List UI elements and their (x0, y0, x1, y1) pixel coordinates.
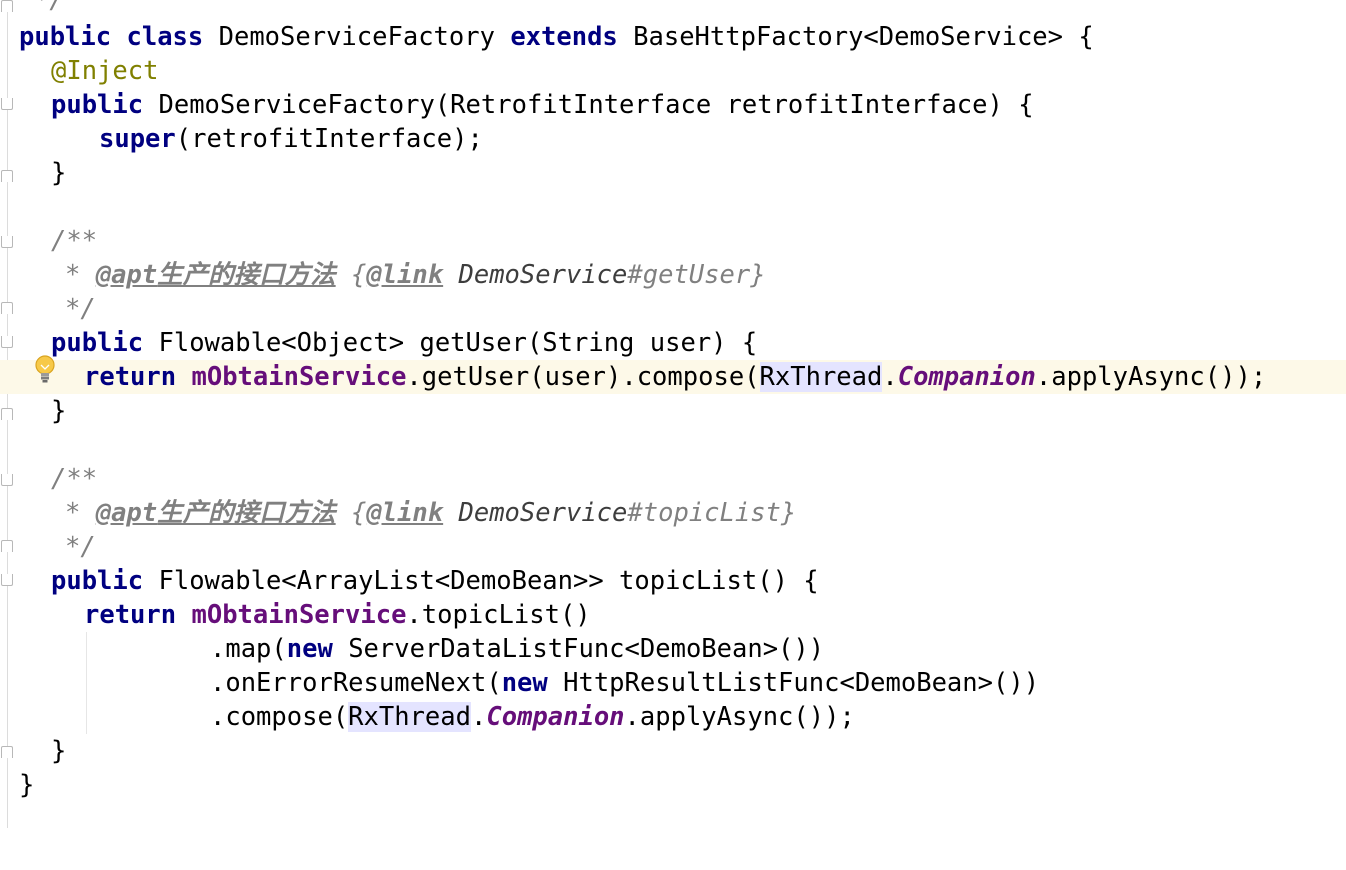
keyword: return (84, 600, 177, 630)
javadoc-tag: @apt (95, 498, 158, 528)
code-line[interactable]: * @apt生产的接口方法 {@link DemoService#topicLi… (0, 496, 1346, 530)
code-line[interactable]: */ (0, 0, 1346, 17)
code-text: (retrofitInterface); (175, 124, 483, 154)
code-line[interactable]: public DemoServiceFactory(RetrofitInterf… (0, 88, 1346, 122)
code-line[interactable]: .compose(RxThread.Companion.applyAsync()… (0, 700, 1346, 734)
code-line[interactable]: super(retrofitInterface); (0, 122, 1346, 156)
code-text: .getUser(user).compose( (406, 362, 760, 392)
javadoc-brace: { (351, 498, 367, 528)
code-text: . (471, 702, 487, 732)
javadoc-brace: } (750, 260, 766, 290)
javadoc-link-member: #topicList (627, 498, 781, 528)
javadoc-brace: { (351, 260, 367, 290)
javadoc-text: * @apt生产的接口方法 {@link DemoService#getUser… (65, 258, 766, 292)
javadoc-link-tag: @link (366, 498, 444, 528)
javadoc-tag: @apt (95, 260, 158, 290)
javadoc-start: /** (51, 464, 98, 494)
keyword: public (51, 566, 144, 596)
closing-brace: } (51, 396, 67, 426)
code-line[interactable]: public Flowable<Object> getUser(String u… (0, 326, 1346, 360)
static-reference: Companion (897, 362, 1036, 392)
code-line[interactable]: /** (0, 224, 1346, 258)
code-text: HttpResultListFunc<DemoBean>()) (563, 668, 1040, 698)
javadoc-link-member: #getUser (627, 260, 751, 290)
usage-highlight: RxThread (348, 702, 471, 732)
javadoc-link-ref[interactable]: DemoService (459, 498, 628, 528)
javadoc-star: * (65, 260, 96, 290)
keyword: public (51, 328, 144, 358)
keyword: super (99, 124, 176, 154)
code-text: ServerDataListFunc<DemoBean>()) (348, 634, 825, 664)
javadoc-end: */ (65, 532, 96, 562)
code-text: DemoServiceFactory(RetrofitInterface ret… (158, 90, 1034, 120)
return-statement: return mObtainService.getUser(user).comp… (84, 360, 1266, 394)
keyword: public (19, 22, 112, 52)
static-reference: Companion (486, 702, 625, 732)
code-text: .map( (210, 634, 287, 664)
code-line[interactable]: .onErrorResumeNext(new HttpResultListFun… (0, 666, 1346, 700)
javadoc-link-ref[interactable]: DemoService (459, 260, 628, 290)
constructor-declaration: public DemoServiceFactory(RetrofitInterf… (51, 88, 1034, 122)
javadoc-tag-text: 生产的接口方法 (157, 498, 336, 528)
keyword: public (51, 90, 144, 120)
code-text: .onErrorResumeNext( (210, 668, 502, 698)
class-name: DemoServiceFactory (218, 22, 495, 52)
javadoc-end: */ (65, 294, 96, 324)
code-line[interactable]: public Flowable<ArrayList<DemoBean>> top… (0, 564, 1346, 598)
annotation: @Inject (51, 56, 159, 86)
code-text: . (882, 362, 898, 392)
javadoc-tag-text: 生产的接口方法 (157, 260, 336, 290)
code-text: Flowable<ArrayList<DemoBean>> topicList(… (158, 566, 819, 596)
comment-end: */ (34, 0, 65, 15)
keyword: new (286, 634, 333, 664)
code-line[interactable]: return mObtainService.topicList() (0, 598, 1346, 632)
code-text: .compose( (210, 702, 349, 732)
code-text: .applyAsync()); (1035, 362, 1267, 392)
closing-brace: } (19, 770, 35, 800)
code-editor[interactable]: */ public class DemoServiceFactory exten… (0, 0, 1346, 828)
keyword: class (126, 22, 204, 52)
chained-call: .compose(RxThread.Companion.applyAsync()… (210, 700, 855, 734)
return-statement: return mObtainService.topicList() (84, 598, 591, 632)
field-reference: mObtainService (191, 600, 407, 630)
code-line[interactable]: } (0, 394, 1346, 428)
method-declaration: public Flowable<ArrayList<DemoBean>> top… (51, 564, 819, 598)
code-line[interactable]: /** (0, 462, 1346, 496)
javadoc-text: * @apt生产的接口方法 {@link DemoService#topicLi… (65, 496, 796, 530)
code-line[interactable]: @Inject (0, 54, 1346, 88)
current-code-line[interactable]: return mObtainService.getUser(user).comp… (0, 360, 1346, 394)
code-line[interactable]: public class DemoServiceFactory extends … (0, 20, 1346, 54)
code-line[interactable]: */ (0, 530, 1346, 564)
code-line[interactable]: .map(new ServerDataListFunc<DemoBean>()) (0, 632, 1346, 666)
code-line[interactable]: } (0, 768, 1346, 802)
code-line[interactable]: * @apt生产的接口方法 {@link DemoService#getUser… (0, 258, 1346, 292)
code-text: .topicList() (406, 600, 591, 630)
closing-brace: } (51, 736, 67, 766)
super-call: super(retrofitInterface); (99, 122, 483, 156)
javadoc-brace: } (780, 498, 797, 528)
code-line[interactable]: } (0, 156, 1346, 190)
code-text: .applyAsync()); (624, 702, 855, 732)
keyword: new (501, 668, 548, 698)
superclass: BaseHttpFactory<DemoService> { (633, 22, 1094, 52)
method-declaration: public Flowable<Object> getUser(String u… (51, 326, 757, 360)
lightbulb-icon[interactable] (34, 355, 56, 385)
closing-brace: } (51, 158, 67, 188)
keyword: return (84, 362, 177, 392)
usage-highlight: RxThread (759, 362, 883, 392)
javadoc-start: /** (51, 226, 98, 256)
chained-call: .map(new ServerDataListFunc<DemoBean>()) (210, 632, 824, 666)
code-line[interactable]: } (0, 734, 1346, 768)
javadoc-star: * (65, 498, 96, 528)
chained-call: .onErrorResumeNext(new HttpResultListFun… (210, 666, 1039, 700)
field-reference: mObtainService (191, 362, 407, 392)
class-declaration: public class DemoServiceFactory extends … (19, 20, 1094, 54)
keyword: extends (510, 22, 618, 52)
javadoc-link-tag: @link (366, 260, 444, 290)
code-line[interactable]: */ (0, 292, 1346, 326)
code-text: Flowable<Object> getUser(String user) { (158, 328, 758, 358)
